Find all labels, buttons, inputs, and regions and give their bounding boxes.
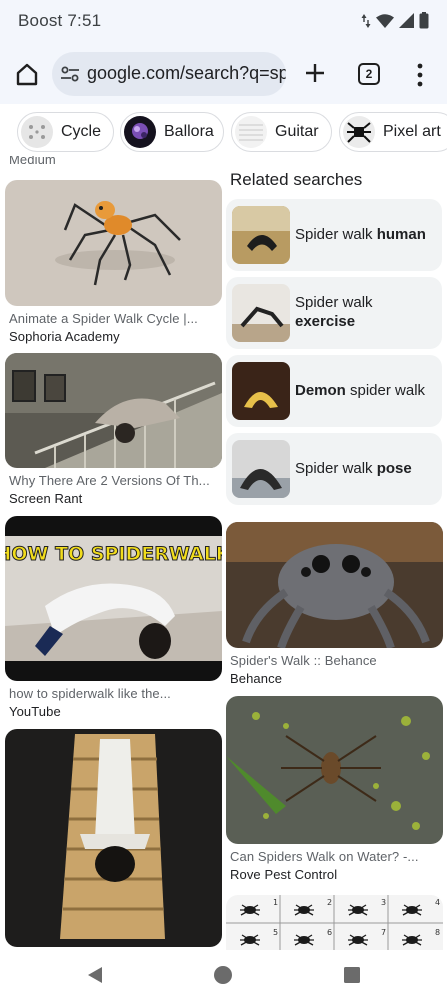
partial-result-source: Medium (9, 156, 56, 167)
chip-thumb-ballora (124, 116, 156, 148)
url-text[interactable]: google.com/search?q=sp (87, 63, 286, 84)
related-thumb (232, 284, 290, 342)
browser-toolbar: google.com/search?q=sp 2 (0, 44, 447, 104)
sprite-frame-number: 3 (381, 898, 386, 907)
sprite-frame-number: 7 (381, 928, 386, 937)
home-nav-icon[interactable] (213, 965, 233, 985)
related-search-spider-walk-pose[interactable]: Spider walk pose (226, 433, 442, 505)
status-bar: Boost 7:51 (0, 0, 447, 44)
result-title[interactable]: Spider's Walk :: Behance (230, 653, 377, 668)
result-image-water-spider[interactable] (226, 696, 443, 844)
back-icon[interactable] (86, 966, 104, 984)
address-bar[interactable]: google.com/search?q=sp (52, 52, 286, 96)
result-title[interactable]: Why There Are 2 Versions Of Th... (9, 473, 210, 488)
result-title[interactable]: how to spiderwalk like the... (9, 686, 171, 701)
chip-thumb-pixel-art (343, 116, 375, 148)
result-image-jumping-spider[interactable] (226, 522, 443, 648)
chip-thumb-guitar (235, 116, 267, 148)
sprite-frame-number: 2 (327, 898, 332, 907)
image-results: Medium Animate a Spider Walk Cycle |... … (0, 156, 447, 950)
related-search-spider-walk-human[interactable]: Spider walk human (226, 199, 442, 271)
result-image-spider-sprite-sheet[interactable]: 1 2 3 4 5 6 7 8 (226, 895, 443, 950)
thumbnail-overlay-text: HOW TO SPIDERWALK (5, 543, 222, 565)
sprite-frame-number: 5 (273, 928, 278, 937)
related-thumb (232, 440, 290, 498)
recents-icon[interactable] (343, 966, 361, 984)
chip-label: Guitar (275, 123, 319, 140)
related-search-label: Spider walk human (295, 226, 426, 243)
cell-signal-icon (399, 13, 414, 28)
result-image-animated-spider[interactable] (5, 180, 222, 306)
status-icons (361, 12, 429, 29)
more-vert-icon (417, 63, 423, 87)
wifi-icon (376, 13, 394, 28)
chip-label: Pixel art (383, 123, 441, 140)
home-icon (16, 63, 38, 86)
plus-icon (306, 64, 324, 82)
chip-guitar[interactable]: Guitar (231, 112, 332, 152)
related-searches-heading: Related searches (230, 170, 363, 189)
chip-label: Cycle (61, 123, 102, 140)
result-source: YouTube (9, 704, 61, 719)
chip-thumb-cycle (21, 116, 53, 148)
chip-label: Ballora (164, 123, 214, 140)
result-image-stairs-scene[interactable] (5, 353, 222, 468)
related-search-label: Demon spider walk (295, 382, 426, 399)
system-nav-bar (0, 950, 447, 1000)
related-search-spider-walk-exercise[interactable]: Spider walk exercise (226, 277, 442, 349)
result-source: Behance (230, 671, 283, 686)
related-search-demon-spider-walk[interactable]: Demon spider walk (226, 355, 442, 427)
status-time: Boost 7:51 (18, 11, 102, 30)
result-source: Rove Pest Control (230, 867, 338, 882)
related-search-label: Spider walk exercise (295, 294, 373, 330)
sprite-frame-number: 6 (327, 928, 332, 937)
battery-icon (419, 12, 429, 29)
related-thumb (232, 362, 290, 420)
chip-cycle[interactable]: Cycle (17, 112, 114, 152)
result-title[interactable]: Can Spiders Walk on Water? -... (230, 849, 419, 864)
related-thumb (232, 206, 290, 264)
chip-ballora[interactable]: Ballora (120, 112, 224, 152)
tab-switcher-button[interactable]: 2 (358, 63, 380, 85)
sprite-frame-number: 4 (435, 898, 440, 907)
new-tab-button[interactable] (302, 58, 328, 88)
result-source: Sophoria Academy (9, 329, 120, 344)
related-search-label: Spider walk pose (295, 460, 412, 477)
result-image-person-on-ladder[interactable] (5, 729, 222, 947)
home-button[interactable] (12, 59, 42, 89)
result-image-how-to-spiderwalk[interactable]: HOW TO SPIDERWALK (5, 516, 222, 681)
suggestion-chips: Cycle Ballora Guitar Pixel art (0, 108, 447, 156)
result-title[interactable]: Animate a Spider Walk Cycle |... (9, 311, 198, 326)
sprite-frame-number: 8 (435, 928, 440, 937)
data-arrows-icon (361, 13, 371, 28)
overflow-menu-button[interactable] (410, 61, 430, 89)
result-source: Screen Rant (9, 491, 83, 506)
chip-pixel-art[interactable]: Pixel art (339, 112, 447, 152)
site-settings-icon[interactable] (60, 64, 80, 84)
sprite-frame-number: 1 (273, 898, 278, 907)
